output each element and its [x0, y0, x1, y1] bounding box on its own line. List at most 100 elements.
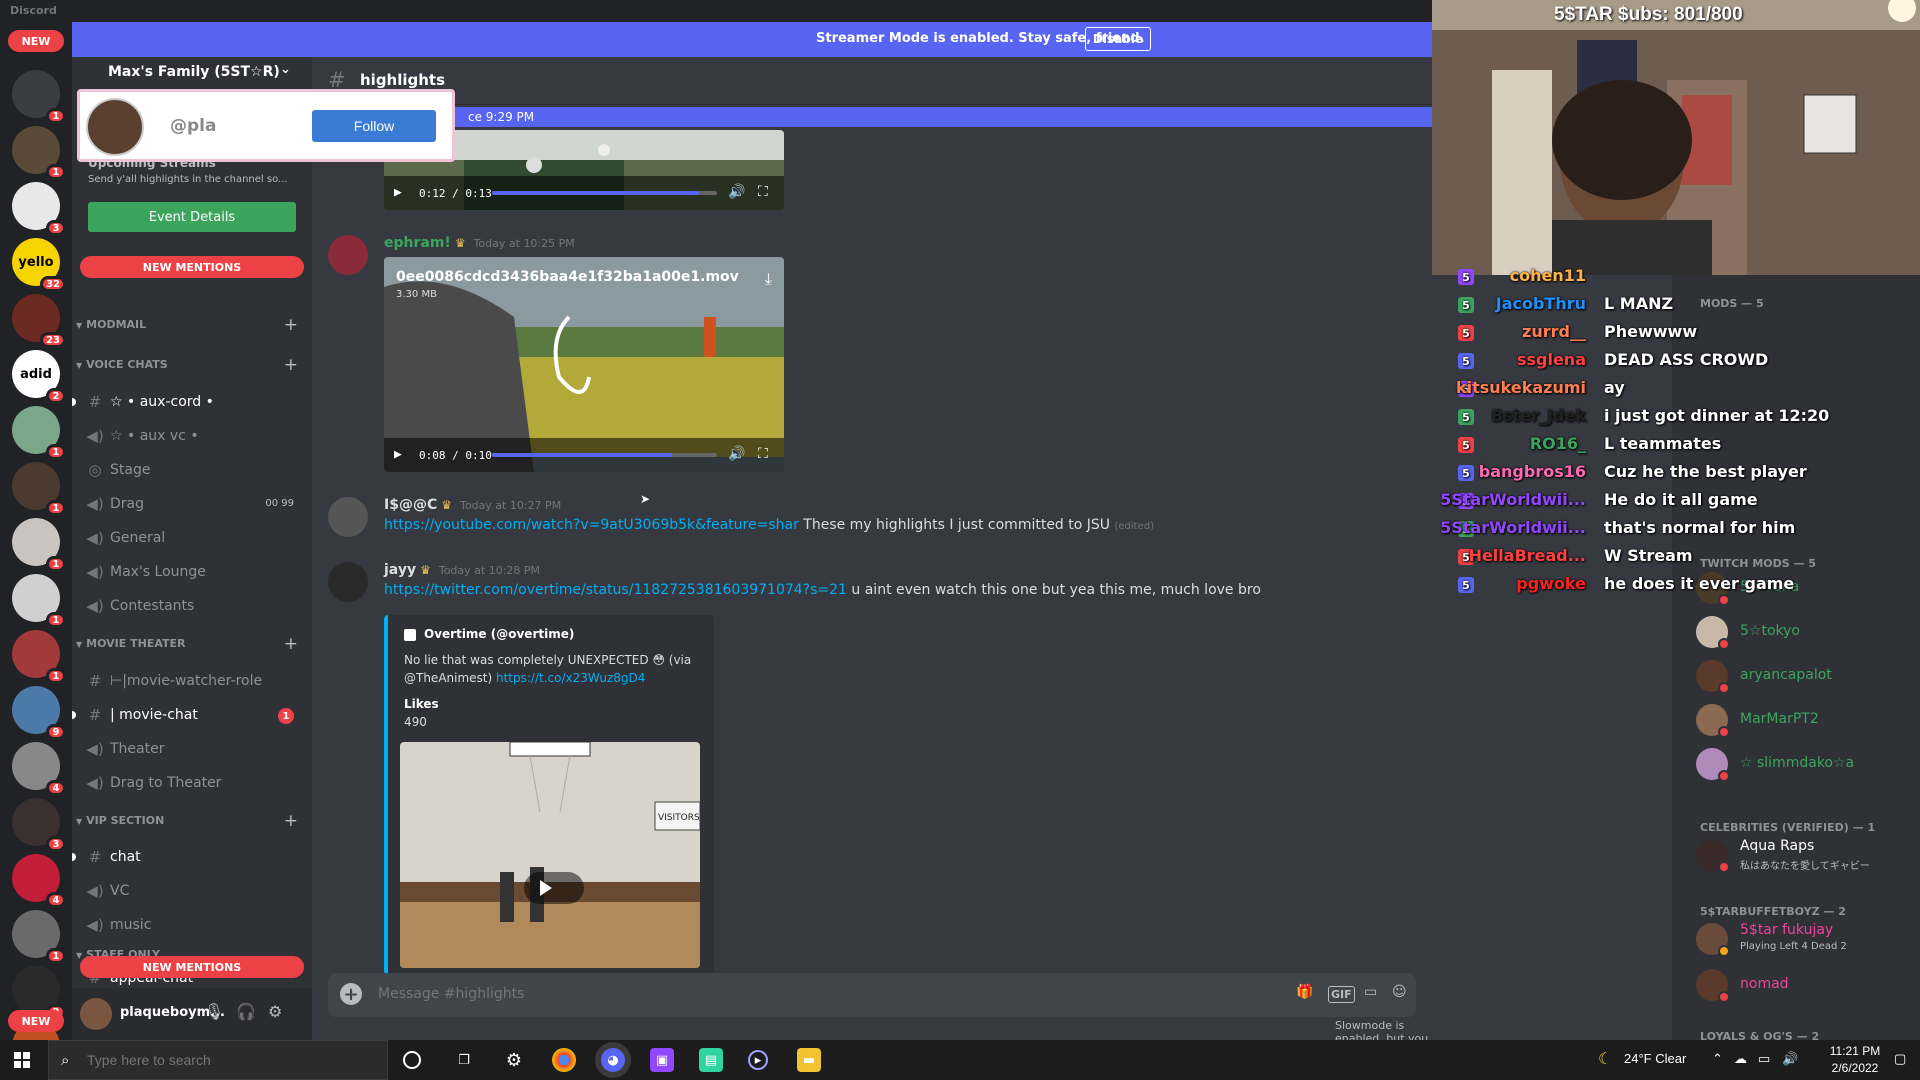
avatar[interactable]: [328, 497, 368, 537]
channel-contestants[interactable]: ◀) Contestants: [80, 591, 304, 621]
new-mentions-pill-top[interactable]: NEW MENTIONS: [80, 256, 304, 278]
volume-icon[interactable]: 🔊: [728, 184, 745, 200]
message-author[interactable]: ephram!: [384, 235, 451, 251]
cloud-icon[interactable]: ☁: [1734, 1051, 1747, 1067]
chat-app-icon[interactable]: ▤: [699, 1048, 723, 1072]
server-icon[interactable]: 4: [12, 742, 66, 796]
new-messages-bar[interactable]: ce 9:29 PM: [448, 107, 1432, 127]
system-clock[interactable]: 11:21 PM 2/6/2022: [1825, 1043, 1885, 1077]
server-icon[interactable]: yello 32: [12, 238, 66, 292]
twitch-icon[interactable]: ▣: [650, 1048, 674, 1072]
taskbar-search[interactable]: ⌕: [48, 1040, 388, 1080]
new-unreads-pill-top[interactable]: NEW: [8, 30, 64, 52]
chevron-down-icon[interactable]: ⌄: [280, 62, 291, 77]
category-modmail[interactable]: ▼ MODMAIL +: [76, 315, 308, 336]
message-link[interactable]: https://twitter.com/overtime/status/1182…: [384, 582, 847, 598]
server-icon[interactable]: 3: [12, 798, 66, 852]
settings-icon[interactable]: ⚙: [502, 1048, 526, 1072]
server-icon[interactable]: 9: [12, 686, 66, 740]
server-icon[interactable]: 1: [12, 70, 66, 124]
add-channel-icon[interactable]: +: [284, 315, 298, 335]
category-vip-section[interactable]: ▼ VIP SECTION +: [76, 811, 308, 832]
member-item[interactable]: 5☆ Yuna: [1696, 568, 1916, 608]
download-icon[interactable]: ⤓: [765, 269, 772, 289]
server-header[interactable]: Max's Family (5ST☆R) ⌄: [72, 58, 312, 88]
channel-theater[interactable]: ◀) Theater: [80, 734, 304, 764]
play-icon[interactable]: ▶: [394, 185, 402, 200]
add-channel-icon[interactable]: +: [284, 811, 298, 831]
gear-icon[interactable]: ⚙: [268, 1002, 282, 1021]
add-channel-icon[interactable]: +: [284, 355, 298, 375]
avatar[interactable]: [328, 562, 368, 602]
embed-link[interactable]: https://t.co/x23Wuz8gD4: [496, 671, 645, 685]
network-icon[interactable]: ▭: [1758, 1051, 1770, 1067]
member-item[interactable]: 5$tar fukujay Playing Left 4 Dead 2: [1696, 919, 1916, 959]
windows-start-icon[interactable]: [14, 1052, 30, 1068]
member-item[interactable]: MarMarPT2: [1696, 700, 1916, 740]
add-attachment-icon[interactable]: +: [340, 983, 362, 1005]
server-icon[interactable]: 1: [12, 630, 66, 684]
task-view-icon[interactable]: ❐: [452, 1048, 476, 1072]
file-explorer-icon[interactable]: ▬: [797, 1048, 821, 1072]
chevron-up-icon[interactable]: ⌃: [1712, 1051, 1723, 1067]
channel-aux-cord[interactable]: # ☆ • aux-cord •: [72, 387, 304, 417]
emoji-icon[interactable]: ☺: [1392, 984, 1407, 1000]
channel-aux-vc[interactable]: ◀) ☆ • aux vc •: [80, 421, 304, 451]
server-icon[interactable]: 3: [12, 182, 66, 236]
follow-button[interactable]: Follow: [312, 110, 436, 142]
server-icon[interactable]: 1: [12, 406, 66, 460]
video-progress-bar[interactable]: [492, 453, 717, 457]
channel-vc[interactable]: ◀) VC: [80, 876, 304, 906]
channel-maxs-lounge[interactable]: ◀) Max's Lounge: [80, 557, 304, 587]
embed-author[interactable]: Overtime (@overtime): [404, 627, 574, 641]
avatar[interactable]: [328, 235, 368, 275]
gif-icon[interactable]: GIF: [1328, 986, 1355, 1003]
attachment-filename[interactable]: 0ee0086cdcd3436baa4e1f32ba1a00e1.mov: [396, 269, 739, 285]
chrome-icon[interactable]: [552, 1048, 576, 1072]
server-icon[interactable]: 1: [12, 518, 66, 572]
channel-drag[interactable]: ◀) Drag 00 99: [80, 489, 304, 519]
server-icon[interactable]: 1: [12, 462, 66, 516]
server-icon[interactable]: 1: [12, 910, 66, 964]
channel-movie-chat[interactable]: # | movie-chat 1: [72, 700, 304, 730]
disable-streamer-mode-button[interactable]: Disable: [1085, 27, 1151, 51]
member-item[interactable]: aryancapalot: [1696, 656, 1916, 696]
channel-general[interactable]: ◀) General: [80, 523, 304, 553]
notification-icon[interactable]: ▢: [1894, 1051, 1906, 1067]
server-icon[interactable]: 23: [12, 294, 66, 348]
message-link[interactable]: https://youtube.com/watch?v=9atU3069b5k&…: [384, 517, 799, 533]
volume-icon[interactable]: 🔊: [1782, 1051, 1798, 1067]
event-details-button[interactable]: Event Details: [88, 202, 296, 232]
weather-text[interactable]: 24°F Clear: [1624, 1051, 1686, 1066]
play-icon[interactable]: ▶: [394, 447, 402, 462]
new-unreads-pill-bottom[interactable]: NEW: [8, 1010, 64, 1032]
channel-chat[interactable]: # chat: [72, 842, 304, 872]
discord-icon[interactable]: ◕: [601, 1048, 625, 1072]
channel-music[interactable]: ◀) music: [80, 910, 304, 940]
category-voice-chats[interactable]: ▼ VOICE CHATS +: [76, 355, 308, 376]
message-author[interactable]: jayy: [384, 562, 416, 578]
fullscreen-icon[interactable]: ⛶: [758, 446, 768, 462]
category-movie-theater[interactable]: ▼ MOVIE THEATER +: [76, 634, 308, 655]
media-player-icon[interactable]: ▸: [748, 1050, 768, 1070]
video-progress-bar[interactable]: [492, 191, 717, 195]
member-item[interactable]: Aqua Raps 私はあなたを愛してギャビー: [1696, 835, 1916, 875]
message-author[interactable]: I$@@C: [384, 497, 437, 513]
gift-icon[interactable]: 🎁: [1296, 984, 1313, 1000]
member-item[interactable]: nomad: [1696, 965, 1916, 1005]
channel-stage[interactable]: ◎ Stage: [80, 455, 304, 485]
channel-drag-to-theater[interactable]: ◀) Drag to Theater: [80, 768, 304, 798]
member-item[interactable]: ☆ slimmdako☆a: [1696, 744, 1916, 784]
add-channel-icon[interactable]: +: [284, 634, 298, 654]
sticker-icon[interactable]: ▭: [1364, 984, 1377, 1000]
volume-icon[interactable]: 🔊: [728, 446, 745, 462]
headphones-icon[interactable]: 🎧: [236, 1002, 256, 1021]
microphone-icon[interactable]: 🎙: [204, 1002, 224, 1021]
message-input[interactable]: [378, 986, 1178, 1002]
server-icon[interactable]: 1: [12, 574, 66, 628]
server-icon[interactable]: 1: [12, 126, 66, 180]
server-icon[interactable]: adid 2: [12, 350, 66, 404]
server-icon[interactable]: 2: [12, 966, 66, 1020]
new-mentions-pill-bottom[interactable]: NEW MENTIONS: [80, 956, 304, 978]
taskbar-search-input[interactable]: [87, 1052, 367, 1068]
